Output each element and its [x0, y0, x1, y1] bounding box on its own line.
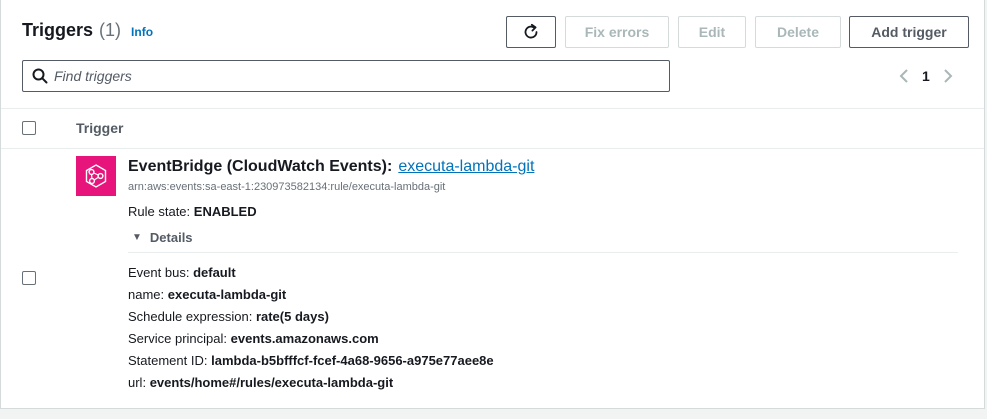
row-checkbox[interactable] [22, 271, 36, 285]
page-title: Triggers [22, 20, 94, 40]
trigger-arn: arn:aws:events:sa-east-1:230973582134:ru… [128, 181, 446, 193]
select-all-checkbox[interactable] [22, 121, 36, 135]
info-link[interactable]: Info [131, 25, 153, 39]
trigger-source: EventBridge (CloudWatch Events): [128, 158, 393, 175]
details-label: Details [149, 230, 193, 245]
detail-label: Statement ID: [128, 353, 208, 368]
detail-event-bus: Event bus: default [128, 265, 236, 280]
detail-label: Service principal: [128, 331, 227, 346]
chevron-right-icon [943, 69, 953, 83]
triggers-panel: Triggers (1) Info Fix errors Edit Delete… [0, 0, 985, 409]
table-header: Trigger [1, 108, 984, 149]
caret-down-icon: ▼ [132, 232, 142, 243]
detail-service-principal: Service principal: events.amazonaws.com [128, 331, 379, 346]
previous-page-button[interactable] [894, 64, 914, 88]
detail-value: events.amazonaws.com [230, 331, 379, 346]
pagination: 1 [894, 64, 958, 88]
detail-name: name: executa-lambda-git [128, 287, 286, 302]
triggers-header: Triggers (1) Info Fix errors Edit Delete… [1, 0, 984, 109]
chevron-left-icon [899, 69, 909, 83]
current-page[interactable]: 1 [922, 68, 930, 84]
refresh-button[interactable] [506, 16, 556, 48]
detail-value: events/home#/rules/executa-lambda-git [149, 375, 394, 390]
table-row: EventBridge (CloudWatch Events): executa… [1, 149, 984, 408]
detail-schedule-expression: Schedule expression: rate(5 days) [128, 309, 329, 324]
detail-value: rate(5 days) [255, 309, 329, 324]
edit-button[interactable]: Edit [678, 16, 746, 48]
search-icon [32, 68, 48, 84]
rule-state-label: Rule state: [128, 204, 191, 219]
details-toggle[interactable]: ▼ Details [132, 230, 193, 245]
detail-statement-id: Statement ID: lambda-b5bfffcf-fcef-4a68-… [128, 353, 494, 368]
title-wrap: Triggers (1) Info [22, 20, 153, 41]
detail-label: Schedule expression: [128, 309, 253, 324]
column-header-trigger[interactable]: Trigger [76, 120, 123, 136]
detail-value: lambda-b5bfffcf-fcef-4a68-9656-a975e77ae… [211, 353, 494, 368]
details-divider [128, 252, 958, 253]
detail-label: Event bus: [128, 265, 190, 280]
delete-button[interactable]: Delete [755, 16, 841, 48]
add-trigger-button[interactable]: Add trigger [849, 16, 969, 48]
trigger-rule-link[interactable]: executa-lambda-git [398, 158, 534, 176]
detail-label: name: [128, 287, 165, 302]
trigger-count: (1) [99, 20, 122, 40]
detail-url: url: events/home#/rules/executa-lambda-g… [128, 375, 393, 390]
fix-errors-button[interactable]: Fix errors [565, 16, 669, 48]
detail-value: executa-lambda-git [167, 287, 287, 302]
detail-value: default [193, 265, 236, 280]
eventbridge-icon [76, 156, 116, 196]
detail-label: url: [128, 375, 147, 390]
refresh-icon [522, 23, 540, 41]
next-page-button[interactable] [938, 64, 958, 88]
rule-state: Rule state: ENABLED [128, 204, 257, 219]
search-box[interactable] [22, 60, 670, 92]
search-input[interactable] [54, 68, 644, 84]
rule-state-value: ENABLED [193, 204, 257, 219]
trigger-title: EventBridge (CloudWatch Events): executa… [128, 158, 534, 176]
